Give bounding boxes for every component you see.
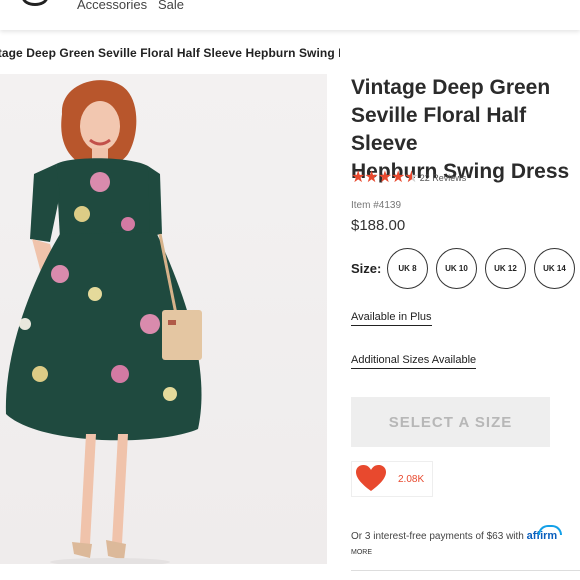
size-label: Size: [351, 261, 382, 276]
product-photo-illustration [5, 80, 202, 564]
brand-logo[interactable] [22, 0, 48, 6]
star-icon: ★ [351, 169, 365, 186]
affirm-more-link[interactable]: MORE [351, 548, 372, 557]
affirm-financing: Or 3 interest-free payments of $63 with … [351, 525, 562, 542]
size-option-uk10[interactable]: UK 10 [436, 248, 477, 289]
divider [351, 570, 580, 571]
product-image[interactable] [0, 74, 327, 564]
reviews-link[interactable]: 22 Reviews [420, 173, 467, 183]
item-number: Item #4139 [351, 200, 402, 211]
top-nav: Accessories Sale [0, 0, 580, 30]
product-rating[interactable]: ★ ★ ★ ★ ★ 22 Reviews [351, 169, 467, 187]
additional-sizes-link[interactable]: Additional Sizes Available [351, 354, 477, 369]
size-option-uk14[interactable]: UK 14 [534, 248, 575, 289]
breadcrumb: Vintage Deep Green Seville Floral Half S… [0, 46, 340, 60]
star-icon: ★ [391, 169, 405, 186]
star-icon: ★ [377, 169, 392, 186]
available-in-plus-link[interactable]: Available in Plus [351, 311, 432, 326]
product-price: $188.00 [351, 217, 406, 234]
heart-icon [356, 465, 386, 491]
star-icon: ★ [364, 169, 378, 186]
favorite-button[interactable]: 2.08K [351, 461, 433, 497]
favorite-count: 2.08K [398, 473, 425, 485]
affirm-arc-icon [537, 525, 562, 535]
affirm-text: Or 3 interest-free payments of $63 with [351, 531, 524, 542]
star-half-icon: ★ [404, 170, 418, 187]
size-option-uk12[interactable]: UK 12 [485, 248, 526, 289]
nav-link-accessories[interactable]: Accessories [77, 0, 147, 12]
select-size-button[interactable]: SELECT A SIZE [351, 397, 550, 447]
affirm-logo: affirm [527, 525, 562, 542]
breadcrumb-text: Vintage Deep Green Seville Floral Half S… [0, 46, 340, 60]
nav-link-sale[interactable]: Sale [158, 0, 184, 12]
size-option-uk8[interactable]: UK 8 [387, 248, 428, 289]
